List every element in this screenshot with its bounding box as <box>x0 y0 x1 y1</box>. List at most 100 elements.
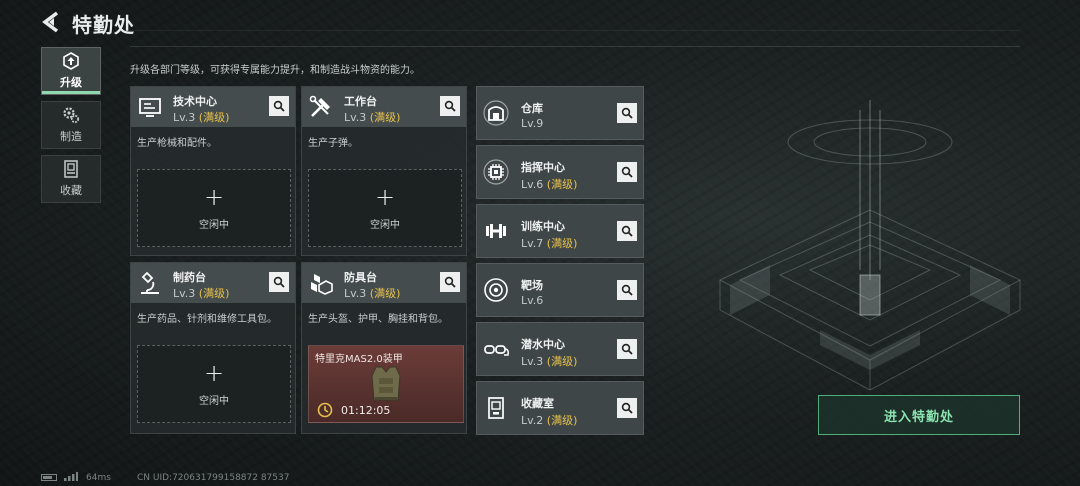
search-button[interactable] <box>617 103 637 123</box>
production-slot[interactable]: + 空闲中 <box>137 169 291 247</box>
department-name: 防具台 <box>344 271 377 284</box>
body-armor-icon <box>371 366 401 401</box>
search-button[interactable] <box>269 272 289 292</box>
facility-card-command-center: 指挥中心 Lv.6 (满级) <box>476 145 644 199</box>
facility-name: 靶场 <box>521 279 543 292</box>
max-level-badge: (满级) <box>198 287 230 300</box>
plus-icon: + <box>374 182 396 211</box>
boxes-icon <box>311 274 333 295</box>
max-level-badge: (满级) <box>369 111 401 124</box>
tools-icon <box>309 95 330 117</box>
department-card-armor-bench: 防具台 Lv.3 (满级) 生产头盔、护甲、胸挂和背包。 特里克MAS2.0装甲… <box>301 262 467 434</box>
department-name: 技术中心 <box>173 95 217 108</box>
search-button[interactable] <box>617 280 637 300</box>
magnifier-icon <box>621 107 633 119</box>
page-title: 特勤处 <box>72 13 135 37</box>
facility-card-diving-center: 潜水中心 Lv.3 (满级) <box>476 322 644 376</box>
department-description: 生产头盔、护甲、胸挂和背包。 <box>308 314 448 325</box>
department-level: Lv.3 (满级) <box>344 111 401 124</box>
header-divider-top <box>130 30 1020 31</box>
nav-craft[interactable]: 制造 <box>41 101 101 149</box>
upgrade-description: 升级各部门等级，可获得专属能力提升，和制造战斗物资的能力。 <box>130 65 420 76</box>
diving-mask-icon <box>484 345 509 356</box>
search-button[interactable] <box>617 221 637 241</box>
search-button[interactable] <box>617 339 637 359</box>
facility-card-shooting-range: 靶场 Lv.6 <box>476 263 644 317</box>
department-card-workbench: 工作台 Lv.3 (满级) 生产子弹。 + 空闲中 <box>301 86 467 256</box>
collection-icon <box>64 160 78 178</box>
nav-craft-label: 制造 <box>60 130 82 143</box>
base-wireframe-illustration <box>718 100 1022 391</box>
production-slot[interactable]: + 空闲中 <box>137 345 291 423</box>
search-button[interactable] <box>440 272 460 292</box>
department-card-tech-center: 技术中心 Lv.3 (满级) 生产枪械和配件。 + 空闲中 <box>130 86 296 256</box>
plus-icon: + <box>203 182 225 211</box>
magnifier-icon <box>444 276 456 288</box>
crafting-item-name: 特里克MAS2.0装甲 <box>315 354 403 365</box>
department-description: 生产药品、针剂和维修工具包。 <box>137 314 277 325</box>
department-level: Lv.3 (满级) <box>344 287 401 300</box>
slot-status: 空闲中 <box>199 395 229 407</box>
facility-card-warehouse: 仓库 Lv.9 <box>476 86 644 140</box>
crafting-timer: 01:12:05 <box>341 404 391 417</box>
facility-level: Lv.7 (满级) <box>521 237 578 250</box>
magnifier-icon <box>621 343 633 355</box>
department-description: 生产子弹。 <box>308 138 358 149</box>
nav-upgrade-label: 升级 <box>60 76 82 89</box>
max-level-badge: (满级) <box>369 287 401 300</box>
search-button[interactable] <box>617 398 637 418</box>
target-icon <box>484 278 508 302</box>
microscope-icon <box>141 271 159 294</box>
crafting-slot[interactable]: 特里克MAS2.0装甲 01:12:05 <box>308 345 464 423</box>
facility-name: 潜水中心 <box>521 338 565 351</box>
signal-icon <box>64 472 78 481</box>
department-level: Lv.3 (满级) <box>173 287 230 300</box>
facility-name: 仓库 <box>521 102 543 115</box>
display-case-icon <box>488 397 504 419</box>
max-level-badge: (满级) <box>198 111 230 124</box>
facility-card-collection-room: 收藏室 Lv.2 (满级) <box>476 381 644 435</box>
back-arrow-icon[interactable] <box>42 11 62 33</box>
battery-icon <box>41 474 57 481</box>
ping-readout: 64ms <box>86 473 111 483</box>
slot-status: 空闲中 <box>199 219 229 231</box>
upgrade-icon <box>63 52 79 70</box>
search-button[interactable] <box>269 96 289 116</box>
timer-icon <box>317 402 333 418</box>
chip-icon <box>483 159 509 185</box>
magnifier-icon <box>621 402 633 414</box>
plus-icon: + <box>203 358 225 387</box>
magnifier-icon <box>444 100 456 112</box>
department-description: 生产枪械和配件。 <box>137 138 217 149</box>
dumbbell-icon <box>486 224 506 238</box>
department-card-pharmacy: 制药台 Lv.3 (满级) 生产药品、针剂和维修工具包。 + 空闲中 <box>130 262 296 434</box>
header-divider <box>130 46 1020 47</box>
gears-icon <box>63 107 80 124</box>
department-name: 工作台 <box>344 95 377 108</box>
search-button[interactable] <box>440 96 460 116</box>
monitor-icon <box>139 98 161 117</box>
facility-level: Lv.6 (满级) <box>521 178 578 191</box>
facility-level: Lv.3 (满级) <box>521 355 578 368</box>
department-level: Lv.3 (满级) <box>173 111 230 124</box>
facility-card-training-center: 训练中心 Lv.7 (满级) <box>476 204 644 258</box>
slot-status: 空闲中 <box>370 219 400 231</box>
facility-level: Lv.9 <box>521 117 544 130</box>
facility-level: Lv.2 (满级) <box>521 414 578 427</box>
warehouse-icon <box>483 100 509 126</box>
facility-name: 收藏室 <box>521 397 554 410</box>
magnifier-icon <box>273 276 285 288</box>
magnifier-icon <box>621 225 633 237</box>
facility-name: 训练中心 <box>521 220 565 233</box>
production-slot[interactable]: + 空闲中 <box>308 169 462 247</box>
enter-special-ops-button[interactable]: 进入特勤处 <box>818 395 1020 435</box>
nav-upgrade[interactable]: 升级 <box>41 47 101 95</box>
magnifier-icon <box>621 284 633 296</box>
nav-collection-label: 收藏 <box>60 184 82 197</box>
facility-name: 指挥中心 <box>521 161 565 174</box>
search-button[interactable] <box>617 162 637 182</box>
facility-level: Lv.6 <box>521 294 544 307</box>
nav-collection[interactable]: 收藏 <box>41 155 101 203</box>
magnifier-icon <box>621 166 633 178</box>
department-name: 制药台 <box>173 271 206 284</box>
